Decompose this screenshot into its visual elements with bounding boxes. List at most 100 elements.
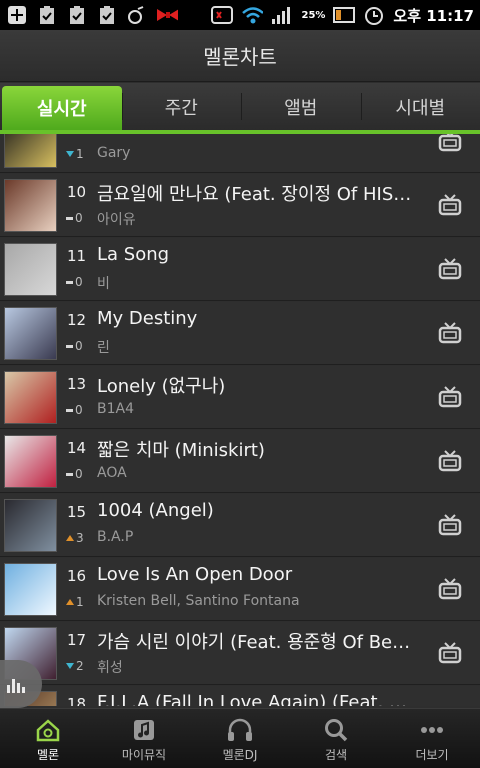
song-title: 1004 (Angel) xyxy=(97,500,214,521)
home-icon xyxy=(34,716,62,744)
rank-number: 18 xyxy=(67,695,87,706)
rank-change: 0 xyxy=(66,467,83,481)
wifi-icon xyxy=(241,5,264,25)
rank-change-value: 0 xyxy=(75,211,83,225)
rank-number: 16 xyxy=(67,567,87,585)
artist-name: AOA xyxy=(97,465,127,481)
nav-search[interactable]: 검색 xyxy=(288,709,384,768)
bottom-navigation: 멜론 마이뮤직 멜론DJ 검색 더보기 xyxy=(0,708,480,768)
search-icon xyxy=(322,716,350,744)
mv-tv-icon[interactable] xyxy=(438,386,462,408)
chart-list[interactable]: 1Gary10금요일에 만나요 (Feat. 장이정 Of HISTORY)0아… xyxy=(0,134,480,706)
rank-number: 17 xyxy=(67,631,87,649)
album-art[interactable] xyxy=(4,435,57,488)
gamepad-icon xyxy=(211,5,234,25)
rank-change: 0 xyxy=(66,275,83,289)
rank-same-icon xyxy=(66,216,73,220)
mv-tv-icon[interactable] xyxy=(438,322,462,344)
clipboard-check-icon xyxy=(96,5,118,25)
tab-weekly[interactable]: 주간 xyxy=(121,83,242,130)
album-art[interactable] xyxy=(4,243,57,296)
alarm-clock-icon xyxy=(363,5,385,25)
tab-era[interactable]: 시대별 xyxy=(360,83,480,130)
rank-number: 15 xyxy=(67,503,87,521)
nav-my-music[interactable]: 마이뮤직 xyxy=(96,709,192,768)
nav-label: 멜론DJ xyxy=(222,748,258,762)
album-art[interactable] xyxy=(4,134,57,168)
nav-label: 멜론 xyxy=(36,748,60,762)
mv-tv-icon[interactable] xyxy=(438,514,462,536)
chart-row[interactable]: 13 Lonely (없구나) 0 B1A4 xyxy=(0,366,480,429)
rank-change: 0 xyxy=(66,339,83,353)
rank-change: 1 xyxy=(66,147,84,161)
nav-melon-dj[interactable]: 멜론DJ xyxy=(192,709,288,768)
battery-icon xyxy=(333,5,356,25)
clock: 오후 11:17 xyxy=(393,6,474,25)
mv-tv-icon[interactable] xyxy=(438,642,462,664)
app-title-bar: 멜론차트 xyxy=(0,30,480,82)
rank-change-value: 3 xyxy=(76,531,84,545)
chart-row[interactable]: 17 가슴 시린 이야기 (Feat. 용준형 Of Beast) 2 휘성 xyxy=(0,622,480,685)
tab-album[interactable]: 앨범 xyxy=(241,83,361,130)
rank-same-icon xyxy=(66,472,73,476)
rank-change-value: 0 xyxy=(75,275,83,289)
rank-number: 10 xyxy=(67,183,87,201)
artist-name: 아이유 xyxy=(97,212,136,228)
song-title: La Song xyxy=(97,244,170,265)
song-title: 가슴 시린 이야기 (Feat. 용준형 Of Beast) xyxy=(97,632,412,653)
album-art[interactable] xyxy=(4,307,57,360)
artist-name: 린 xyxy=(97,340,110,356)
rank-up-icon xyxy=(66,599,74,605)
mv-tv-icon[interactable] xyxy=(438,258,462,280)
mv-tv-icon[interactable] xyxy=(438,134,462,152)
chart-row[interactable]: 10 금요일에 만나요 (Feat. 장이정 Of HISTORY) 0 아이유 xyxy=(0,174,480,237)
album-art[interactable] xyxy=(4,179,57,232)
rank-number: 11 xyxy=(67,247,87,265)
song-title: 금요일에 만나요 (Feat. 장이정 Of HISTORY) xyxy=(97,184,412,205)
song-title: 짧은 치마 (Miniskirt) xyxy=(97,440,265,461)
artist-name: B1A4 xyxy=(97,401,134,417)
rank-change-value: 1 xyxy=(76,147,84,161)
rank-down-icon xyxy=(66,151,74,157)
rank-change: 2 xyxy=(66,659,84,673)
song-title: My Destiny xyxy=(97,308,198,329)
rank-change: 0 xyxy=(66,403,83,417)
more-icon xyxy=(418,716,446,744)
chart-row[interactable]: 16 Love Is An Open Door 1 Kristen Bell, San… xyxy=(0,558,480,621)
mv-tv-icon[interactable] xyxy=(438,450,462,472)
rank-change: 3 xyxy=(66,531,84,545)
nav-label: 더보기 xyxy=(415,748,449,762)
rank-change-value: 2 xyxy=(76,659,84,673)
song-title: Love Is An Open Door xyxy=(97,564,293,585)
chart-row[interactable]: 1 Gary xyxy=(0,134,480,173)
music-note-icon xyxy=(130,716,158,744)
tab-realtime[interactable]: 실시간 xyxy=(2,86,122,130)
rank-change-value: 0 xyxy=(75,403,83,417)
add-icon xyxy=(6,5,28,25)
rank-same-icon xyxy=(66,344,73,348)
nav-more[interactable]: 더보기 xyxy=(384,709,480,768)
melon-notification-icon xyxy=(126,5,148,25)
rank-change: 0 xyxy=(66,211,83,225)
mv-tv-icon[interactable] xyxy=(438,578,462,600)
clipboard-check-icon xyxy=(36,5,58,25)
song-title: F.I.L.A (Fall In Love Again) (Feat. DJ D… xyxy=(97,692,412,706)
chart-row[interactable]: 11 La Song 0 비 xyxy=(0,238,480,301)
album-art[interactable] xyxy=(4,371,57,424)
nav-label: 마이뮤직 xyxy=(121,748,167,762)
mv-tv-icon[interactable] xyxy=(438,194,462,216)
artist-name: B.A.P xyxy=(97,529,134,545)
album-art[interactable] xyxy=(4,499,57,552)
rank-number: 13 xyxy=(67,375,87,393)
rank-same-icon xyxy=(66,280,73,284)
album-art[interactable] xyxy=(4,563,57,616)
chart-row[interactable]: 18 F.I.L.A (Fall In Love Again) (Feat. DJ… xyxy=(0,686,480,706)
rank-change: 1 xyxy=(66,595,84,609)
chart-row[interactable]: 12 My Destiny 0 린 xyxy=(0,302,480,365)
chart-row[interactable]: 15 1004 (Angel) 3 B.A.P xyxy=(0,494,480,557)
chart-row[interactable]: 14 짧은 치마 (Miniskirt) 0 AOA xyxy=(0,430,480,493)
rank-change-value: 0 xyxy=(75,467,83,481)
nav-melon[interactable]: 멜론 xyxy=(0,709,96,768)
clipboard-check-icon xyxy=(66,5,88,25)
signal-icon xyxy=(271,5,293,25)
